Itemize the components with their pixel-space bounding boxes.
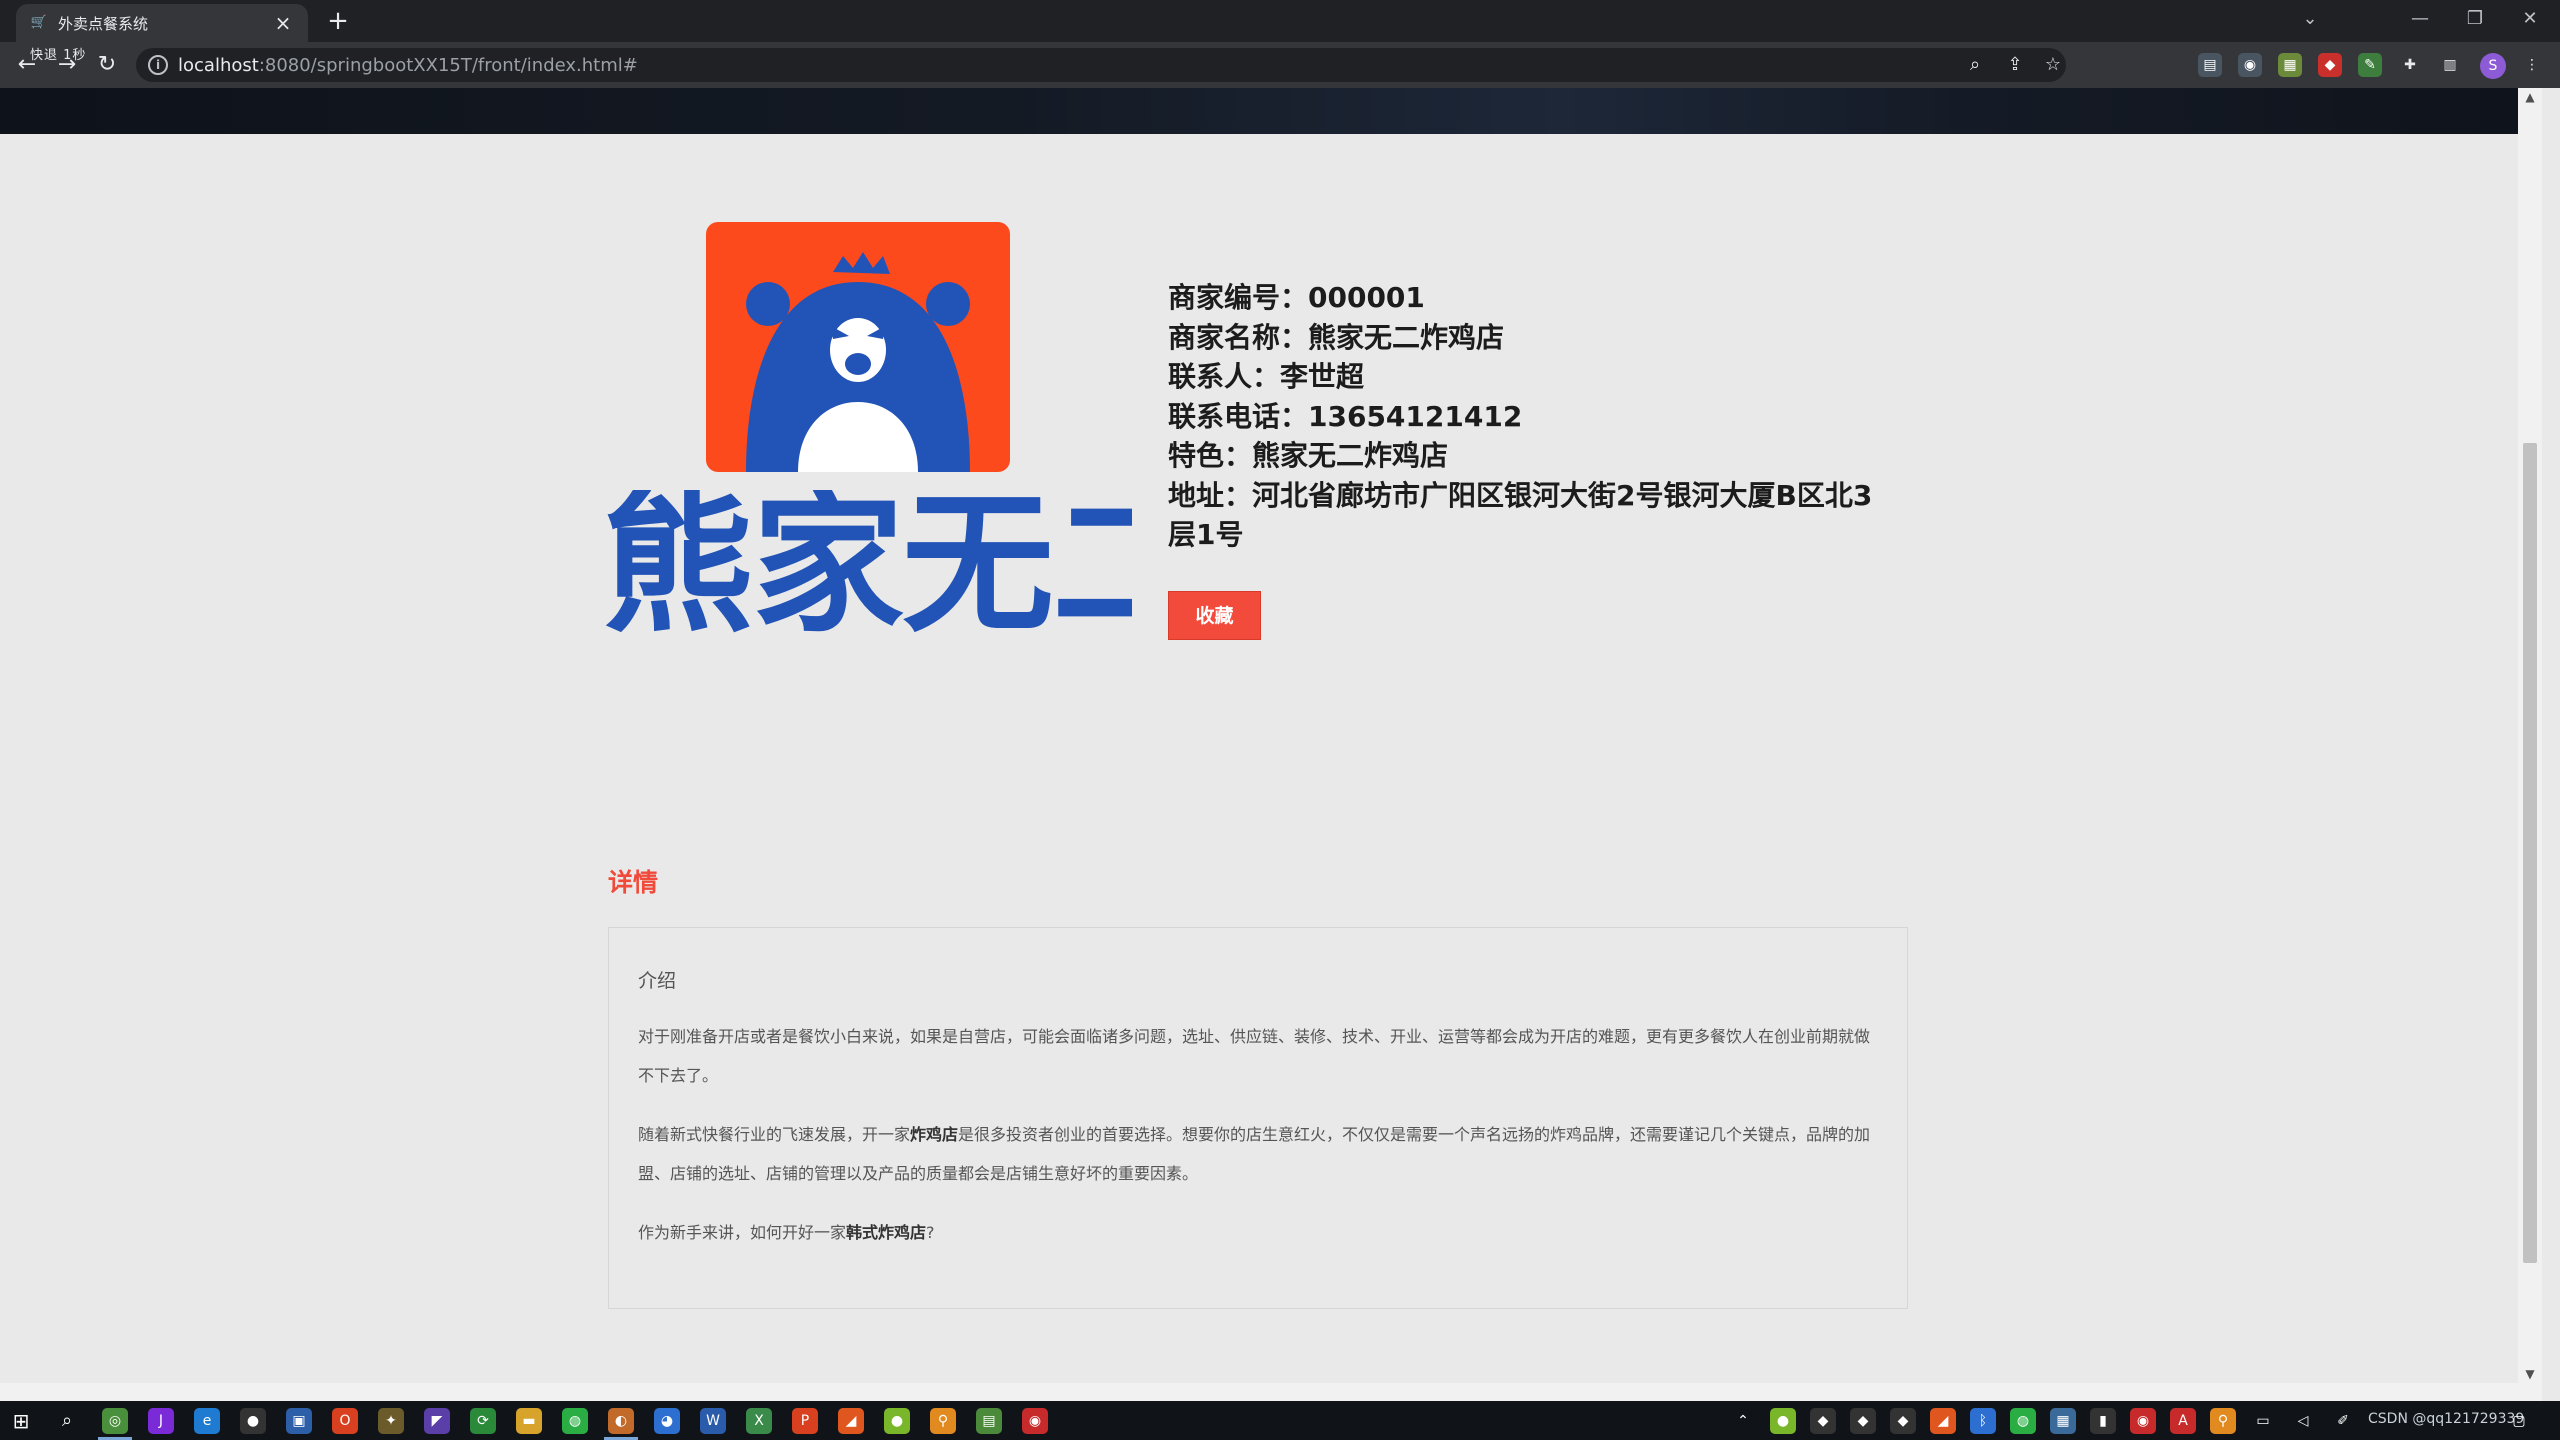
merchant-phone: 联系电话：13654121412 <box>1168 399 1523 433</box>
browser-tab[interactable]: 🛒 外卖点餐系统 × <box>16 4 308 42</box>
extension-shield-icon[interactable]: ◆ <box>2318 53 2342 77</box>
tray-app-icon[interactable]: ◢ <box>1930 1408 1956 1434</box>
browser-menu-icon[interactable]: ⋮ <box>2520 53 2544 77</box>
tray-overflow-icon[interactable]: ⌃ <box>1730 1408 1756 1434</box>
extension-image-icon[interactable]: ▦ <box>2278 53 2302 77</box>
logo-wordmark: 熊家无二 <box>602 490 1132 640</box>
horizontal-scrollbar[interactable] <box>0 1383 2542 1401</box>
remote-icon[interactable]: ▣ <box>286 1408 312 1434</box>
tab-close-icon[interactable]: × <box>272 12 294 34</box>
browser-toolbar: ← → 快退 1秒 ↻ i localhost:8080/springbootX… <box>0 42 2560 88</box>
restore-button[interactable]: ❐ <box>2455 4 2495 34</box>
record-icon[interactable]: ● <box>240 1408 266 1434</box>
tray-search-icon[interactable]: ⚲ <box>2210 1408 2236 1434</box>
edge-icon[interactable]: e <box>194 1408 220 1434</box>
vs-icon[interactable]: ◤ <box>424 1408 450 1434</box>
vertical-scrollbar[interactable]: ▲ ▼ <box>2518 88 2542 1383</box>
scroll-down-icon[interactable]: ▼ <box>2518 1365 2542 1383</box>
scroll-up-icon[interactable]: ▲ <box>2518 88 2542 106</box>
right-gutter <box>2542 88 2560 1401</box>
extension-camera-icon[interactable]: ◉ <box>2238 53 2262 77</box>
intro-paragraph-3: 作为新手来讲，如何开好一家韩式炸鸡店? <box>638 1223 935 1242</box>
bear-icon <box>746 252 970 472</box>
excel-icon[interactable]: X <box>746 1408 772 1434</box>
reload-icon[interactable]: ↻ <box>92 50 122 80</box>
tray-network-icon[interactable]: ▦ <box>2050 1408 2076 1434</box>
word-icon[interactable]: W <box>700 1408 726 1434</box>
merchant-name: 商家名称：熊家无二炸鸡店 <box>1168 320 1505 354</box>
search-tool-icon[interactable]: ⚲ <box>930 1408 956 1434</box>
favorite-button[interactable]: 收藏 <box>1168 591 1261 640</box>
tray-watermark: CSDN @qq121729339 <box>2368 1411 2525 1427</box>
game-icon[interactable]: ✦ <box>378 1408 404 1434</box>
tray-record-icon[interactable]: ◉ <box>2130 1408 2156 1434</box>
tab-search-icon[interactable]: ⌄ <box>2290 4 2330 34</box>
share-icon[interactable]: ⇪ <box>2002 52 2028 78</box>
intro-paragraph-1: 对于刚准备开店或者是餐饮小白来说，如果是自营店，可能会面临诸多问题，选址、供应链… <box>638 1027 1871 1085</box>
tray-monitor-icon[interactable]: ▭ <box>2250 1408 2276 1434</box>
qq-icon[interactable]: ◕ <box>654 1408 680 1434</box>
tray-volume-icon[interactable]: ◁ <box>2290 1408 2316 1434</box>
tray-wechat-icon[interactable]: ◍ <box>2010 1408 2036 1434</box>
browser-360-icon[interactable]: ● <box>884 1408 910 1434</box>
keyword-fried-chicken: 炸鸡店 <box>910 1125 959 1144</box>
url-text[interactable]: localhost:8080/springbootXX15T/front/ind… <box>178 55 638 76</box>
powerpoint-icon[interactable]: P <box>792 1408 818 1434</box>
intro-heading: 介绍 <box>638 970 677 992</box>
start-windows-icon[interactable]: ⊞ <box>8 1408 34 1434</box>
side-panel-icon[interactable]: ▥ <box>2438 53 2462 77</box>
extension-leaf-icon[interactable]: ✎ <box>2358 53 2382 77</box>
editor-icon[interactable]: ◢ <box>838 1408 864 1434</box>
office-icon[interactable]: O <box>332 1408 358 1434</box>
favicon-icon: 🛒 <box>30 15 48 30</box>
merchant-logo: 熊家无二 <box>602 222 1132 757</box>
zoom-icon[interactable]: ⌕ <box>1962 52 1988 78</box>
tray-bluetooth-icon[interactable]: ᛒ <box>1970 1408 1996 1434</box>
back-hint-tooltip: 快退 1秒 <box>30 48 87 63</box>
notepad-icon[interactable]: ▤ <box>976 1408 1002 1434</box>
extension-chat-icon[interactable]: ▤ <box>2198 53 2222 77</box>
profile-avatar[interactable]: S <box>2480 53 2506 79</box>
tab-title: 外卖点餐系统 <box>58 14 149 33</box>
bookmark-star-icon[interactable]: ☆ <box>2040 52 2066 78</box>
os-taskbar: ⊞ ⌕ ◎ J e ● ▣ O ✦ ◤ ⟳ ▬ ◍ ◐ ◕ W X P ◢ ● … <box>0 1401 2560 1440</box>
address-bar[interactable]: i localhost:8080/springbootXX15T/front/i… <box>136 48 2066 82</box>
search-icon[interactable]: ⌕ <box>54 1408 80 1434</box>
sync-icon[interactable]: ⟳ <box>470 1408 496 1434</box>
logo-badge <box>706 222 1010 472</box>
extensions-puzzle-icon[interactable]: ✚ <box>2398 53 2422 77</box>
tray-qq3-icon[interactable]: ◆ <box>1890 1408 1916 1434</box>
notification-icon[interactable]: ▢ <box>2506 1408 2532 1434</box>
merchant-address: 地址：河北省廊坊市广阳区银河大街2号银河大厦B区北3层1号 <box>1168 478 1873 552</box>
merchant-contact: 联系人：李世超 <box>1168 360 1365 393</box>
merchant-feature: 特色：熊家无二炸鸡店 <box>1168 439 1449 472</box>
folder-icon[interactable]: ▬ <box>516 1408 542 1434</box>
new-tab-button[interactable]: + <box>322 6 354 38</box>
tray-adobe-icon[interactable]: A <box>2170 1408 2196 1434</box>
recorder-icon[interactable]: ◉ <box>1022 1408 1048 1434</box>
site-info-icon[interactable]: i <box>148 55 168 75</box>
wechat-icon[interactable]: ◍ <box>562 1408 588 1434</box>
close-window-button[interactable]: ✕ <box>2510 4 2550 34</box>
minimize-button[interactable]: — <box>2400 4 2440 34</box>
tray-360-icon[interactable]: ● <box>1770 1408 1796 1434</box>
keyword-korean-fried-chicken: 韩式炸鸡店 <box>846 1223 927 1242</box>
merchant-id: 商家编号：000001 <box>1168 281 1425 314</box>
browser-titlebar: 🛒 外卖点餐系统 × + ⌄ — ❐ ✕ <box>0 0 2560 42</box>
ide-icon[interactable]: J <box>148 1408 174 1434</box>
detail-panel: 介绍 对于刚准备开店或者是餐饮小白来说，如果是自营店，可能会面临诸多问题，选址、… <box>608 927 1908 1309</box>
detail-section-title: 详情 <box>608 868 659 897</box>
merchant-info: 商家编号：000001 商家名称：熊家无二炸鸡店 联系人：李世超 联系电话：13… <box>1168 278 1898 555</box>
scroll-thumb[interactable] <box>2523 443 2537 1263</box>
chrome-icon[interactable]: ◎ <box>102 1408 128 1434</box>
tray-mic-icon[interactable]: ▮ <box>2090 1408 2116 1434</box>
header-banner <box>0 88 2518 134</box>
tray-qq2-icon[interactable]: ◆ <box>1850 1408 1876 1434</box>
tray-pen-icon[interactable]: ✐ <box>2330 1408 2356 1434</box>
app-orange-icon[interactable]: ◐ <box>608 1408 634 1434</box>
tray-qq-icon[interactable]: ◆ <box>1810 1408 1836 1434</box>
intro-paragraph-2: 随着新式快餐行业的飞速发展，开一家炸鸡店是很多投资者创业的首要选择。想要你的店生… <box>638 1125 1871 1183</box>
